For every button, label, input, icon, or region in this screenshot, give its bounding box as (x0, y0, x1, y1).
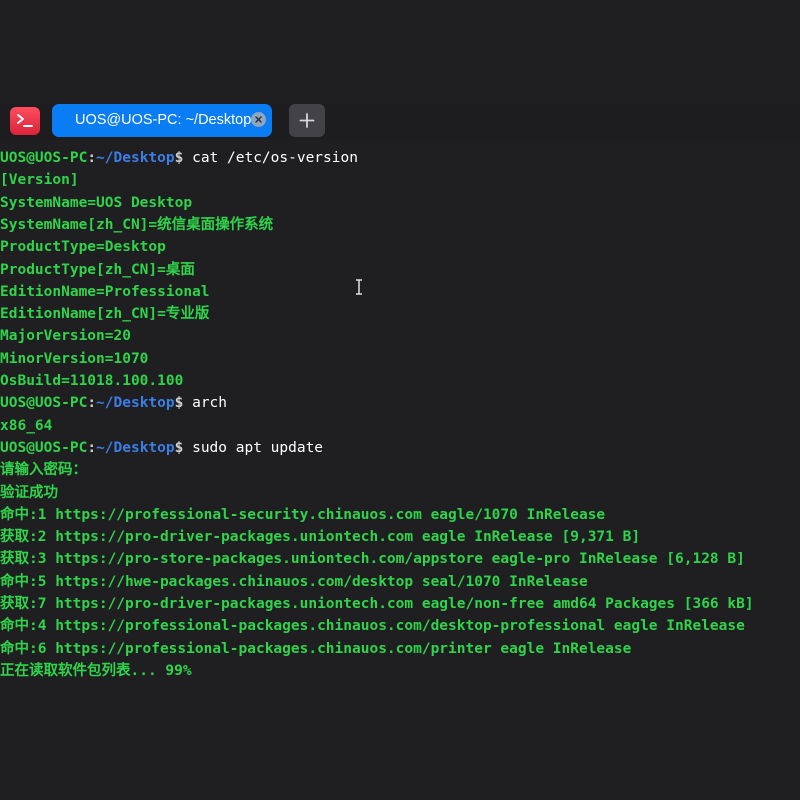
new-tab-button[interactable] (289, 104, 325, 137)
text-cursor-icon (354, 278, 364, 296)
terminal-icon[interactable] (10, 107, 40, 135)
output-line: ProductType[zh_CN]=桌面 (0, 261, 195, 278)
output-line: EditionName=Professional (0, 283, 210, 300)
output-line: 命中:6 https://professional-packages.china… (0, 640, 632, 657)
plus-icon (299, 113, 315, 128)
output-line: SystemName=UOS Desktop (0, 194, 193, 211)
output-line: SystemName[zh_CN]=统信桌面操作系统 (0, 216, 274, 233)
output-line: 获取:3 https://pro-store-packages.uniontec… (0, 551, 745, 568)
output-line: OsBuild=11018.100.100 (0, 373, 184, 389)
prompt-path: ~/Desktop (96, 150, 175, 166)
prompt-dollar: $ (174, 395, 193, 412)
close-glyph (255, 116, 262, 123)
prompt-path: ~/Desktop (96, 439, 175, 456)
prompt-line: UOS@UOS-PC:~/Desktop$ cat /etc/os-versio… (0, 147, 358, 169)
command-text: sudo apt update (192, 439, 324, 456)
output-line: 验证成功 (0, 484, 58, 501)
output-line: MinorVersion=1070 (0, 350, 149, 367)
output-line: 请输入密码： (0, 462, 87, 479)
output-line: 获取:2 https://pro-driver-packages.unionte… (0, 529, 641, 546)
desktop-top-area (0, 0, 800, 104)
prompt-path: ~/Desktop (96, 395, 175, 412)
terminal-glyph (17, 114, 33, 127)
output-line: 命中:1 https://professional-security.china… (0, 506, 606, 523)
output-line: 获取:7 https://pro-driver-packages.unionte… (0, 596, 754, 612)
prompt-colon: : (87, 439, 97, 456)
output-line: 正在读取软件包列表... 99% (0, 662, 192, 679)
prompt-user-host: UOS@UOS-PC (0, 150, 88, 166)
command-text: cat /etc/os-version (192, 150, 358, 166)
prompt-line: UOS@UOS-PC:~/Desktop$ sudo apt update (0, 437, 323, 459)
output-line: [Version] (0, 172, 79, 189)
prompt-line: UOS@UOS-PC:~/Desktop$ arch (0, 392, 227, 414)
terminal-output[interactable]: UOS@UOS-PC:~/Desktop$ cat /etc/os-versio… (0, 147, 800, 800)
prompt-dollar: $ (174, 439, 193, 456)
prompt-user-host: UOS@UOS-PC (0, 395, 88, 412)
command-text: arch (192, 395, 228, 412)
prompt-user-host: UOS@UOS-PC (0, 439, 88, 456)
tab-title: UOS@UOS-PC: ~/Desktop (75, 112, 252, 128)
prompt-dollar: $ (174, 150, 193, 166)
output-line: 命中:4 https://professional-packages.china… (0, 618, 745, 635)
output-line: EditionName[zh_CN]=专业版 (0, 306, 210, 323)
text-cursor-glyph (356, 279, 362, 295)
close-icon[interactable] (251, 112, 266, 127)
output-line: x86_64 (0, 417, 53, 434)
output-line: 命中:5 https://hwe-packages.chinauos.com/d… (0, 573, 588, 590)
output-line: MajorVersion=20 (0, 328, 131, 345)
tab-active[interactable]: UOS@UOS-PC: ~/Desktop (52, 104, 272, 137)
prompt-colon: : (87, 395, 97, 412)
prompt-colon: : (87, 150, 97, 166)
output-line: ProductType=Desktop (0, 239, 166, 256)
